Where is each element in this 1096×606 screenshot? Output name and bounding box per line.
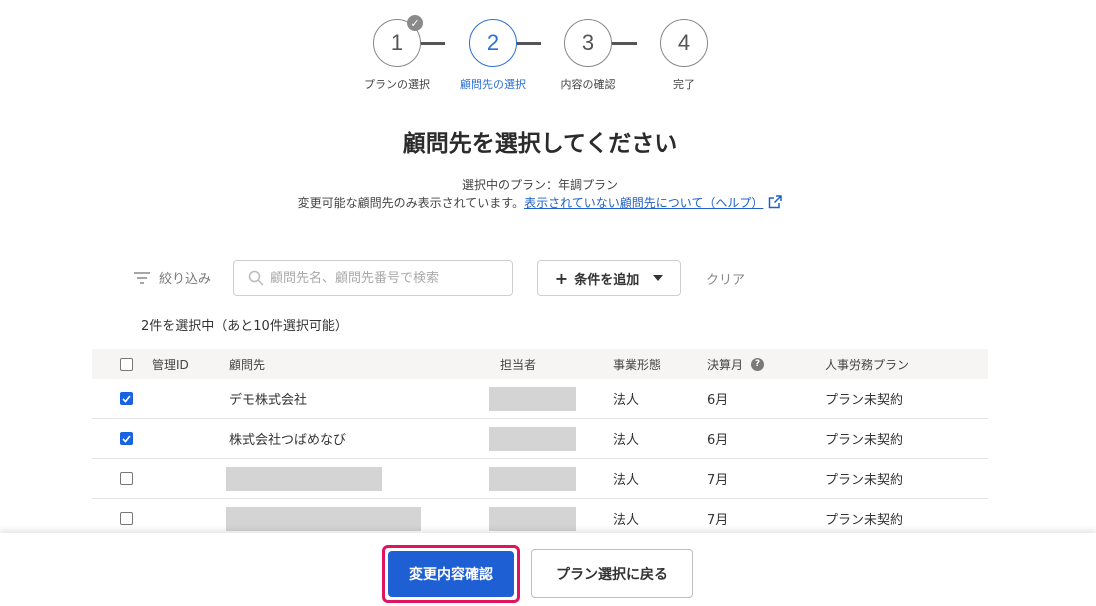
- business-type: 法人: [613, 393, 640, 408]
- step-2-label: 顧問先の選択: [460, 78, 526, 91]
- checkmark-icon: [122, 394, 131, 403]
- filter-label: 絞り込み: [159, 272, 212, 287]
- redacted-staff: [489, 466, 576, 491]
- add-condition-label: 条件を追加: [574, 272, 640, 288]
- help-icon[interactable]: ?: [751, 357, 765, 371]
- fiscal-month: 7月: [707, 473, 729, 488]
- business-type: 法人: [613, 473, 640, 488]
- progress-stepper: 1 ✓ 2 3 4 プランの選択 顧問先の選択 内容の確認 完了: [349, 15, 732, 94]
- table-row[interactable]: 株式会社つばめなび 法人 6月 プラン未契約: [92, 419, 988, 459]
- confirm-changes-button[interactable]: 変更内容確認: [388, 551, 514, 597]
- back-to-plan-button[interactable]: プラン選択に戻る: [531, 549, 693, 598]
- header-id: 管理ID: [152, 357, 189, 372]
- table-row[interactable]: 法人 7月 プラン未契約: [92, 459, 988, 499]
- hr-plan: プラン未契約: [825, 473, 904, 488]
- plus-icon: +: [554, 268, 569, 288]
- step-2-circle: 2: [469, 19, 517, 67]
- header-client: 顧問先: [229, 357, 266, 372]
- external-link-icon[interactable]: [768, 195, 783, 209]
- check-icon: ✓: [407, 15, 423, 31]
- help-link[interactable]: 表示されていない顧問先について（ヘルプ）: [524, 196, 763, 210]
- search-input[interactable]: [270, 270, 500, 286]
- search-icon: [248, 270, 264, 286]
- step-4-number: 4: [677, 30, 691, 55]
- row-checkbox[interactable]: [120, 472, 133, 485]
- business-type: 法人: [613, 433, 640, 448]
- client-name: 株式会社つばめなび: [229, 433, 347, 448]
- hr-plan: プラン未契約: [825, 393, 904, 408]
- filter-icon: [134, 271, 150, 284]
- fiscal-month: 6月: [707, 393, 729, 408]
- step-1-number: 1: [390, 30, 404, 55]
- checkmark-icon: [122, 434, 131, 443]
- client-name: デモ株式会社: [229, 393, 308, 408]
- page-title: 顧問先を選択してください: [402, 131, 678, 157]
- table-row[interactable]: デモ株式会社 法人 6月 プラン未契約: [92, 379, 988, 419]
- selection-count: 2件を選択中（あと10件選択可能）: [141, 319, 348, 334]
- row-checkbox[interactable]: [120, 432, 133, 445]
- step-3-label: 内容の確認: [560, 78, 616, 91]
- select-all-checkbox[interactable]: [120, 357, 133, 371]
- help-prefix-text: 変更可能な顧問先のみ表示されています。: [297, 196, 525, 210]
- header-fiscal-month: 決算月 ?: [707, 349, 765, 379]
- redacted-staff: [489, 386, 576, 411]
- table-header: 管理ID 顧問先 担当者 事業形態 決算月 ? 人事労務プラン: [92, 349, 988, 379]
- header-fiscal-month-label: 決算月: [707, 357, 744, 372]
- header-staff: 担当者: [500, 357, 537, 372]
- header-hr-plan: 人事労務プラン: [825, 357, 910, 372]
- step-3-number: 3: [581, 30, 595, 55]
- redacted-client-name: [226, 506, 421, 531]
- step-2-number: 2: [486, 30, 500, 55]
- filter-toggle[interactable]: 絞り込み: [133, 268, 211, 287]
- row-checkbox[interactable]: [120, 512, 133, 525]
- action-footer: 変更内容確認 プラン選択に戻る: [0, 533, 1096, 606]
- row-checkbox[interactable]: [120, 392, 133, 405]
- step-3-circle: 3: [564, 19, 612, 67]
- step-1-label: プランの選択: [364, 78, 430, 91]
- search-box[interactable]: [233, 260, 513, 296]
- header-business-type: 事業形態: [613, 357, 662, 372]
- fiscal-month: 6月: [707, 433, 729, 448]
- hr-plan: プラン未契約: [825, 433, 904, 448]
- step-4-label: 完了: [673, 78, 695, 91]
- clear-button[interactable]: クリア: [706, 269, 745, 288]
- add-condition-button[interactable]: + 条件を追加: [537, 260, 681, 296]
- help-line: 変更可能な顧問先のみ表示されています。表示されていない顧問先について（ヘルプ）: [0, 194, 1080, 211]
- redacted-staff: [489, 426, 576, 451]
- selected-plan-text: 選択中のプラン：年調プラン: [461, 178, 618, 192]
- step-4-circle: 4: [660, 19, 708, 67]
- highlight-frame: 変更内容確認: [382, 545, 520, 603]
- caret-down-icon: [653, 275, 664, 281]
- redacted-staff: [489, 506, 576, 531]
- client-table: 管理ID 顧問先 担当者 事業形態 決算月 ? 人事労務プラン デモ株式会社 法…: [92, 349, 988, 539]
- redacted-client-name: [226, 466, 382, 491]
